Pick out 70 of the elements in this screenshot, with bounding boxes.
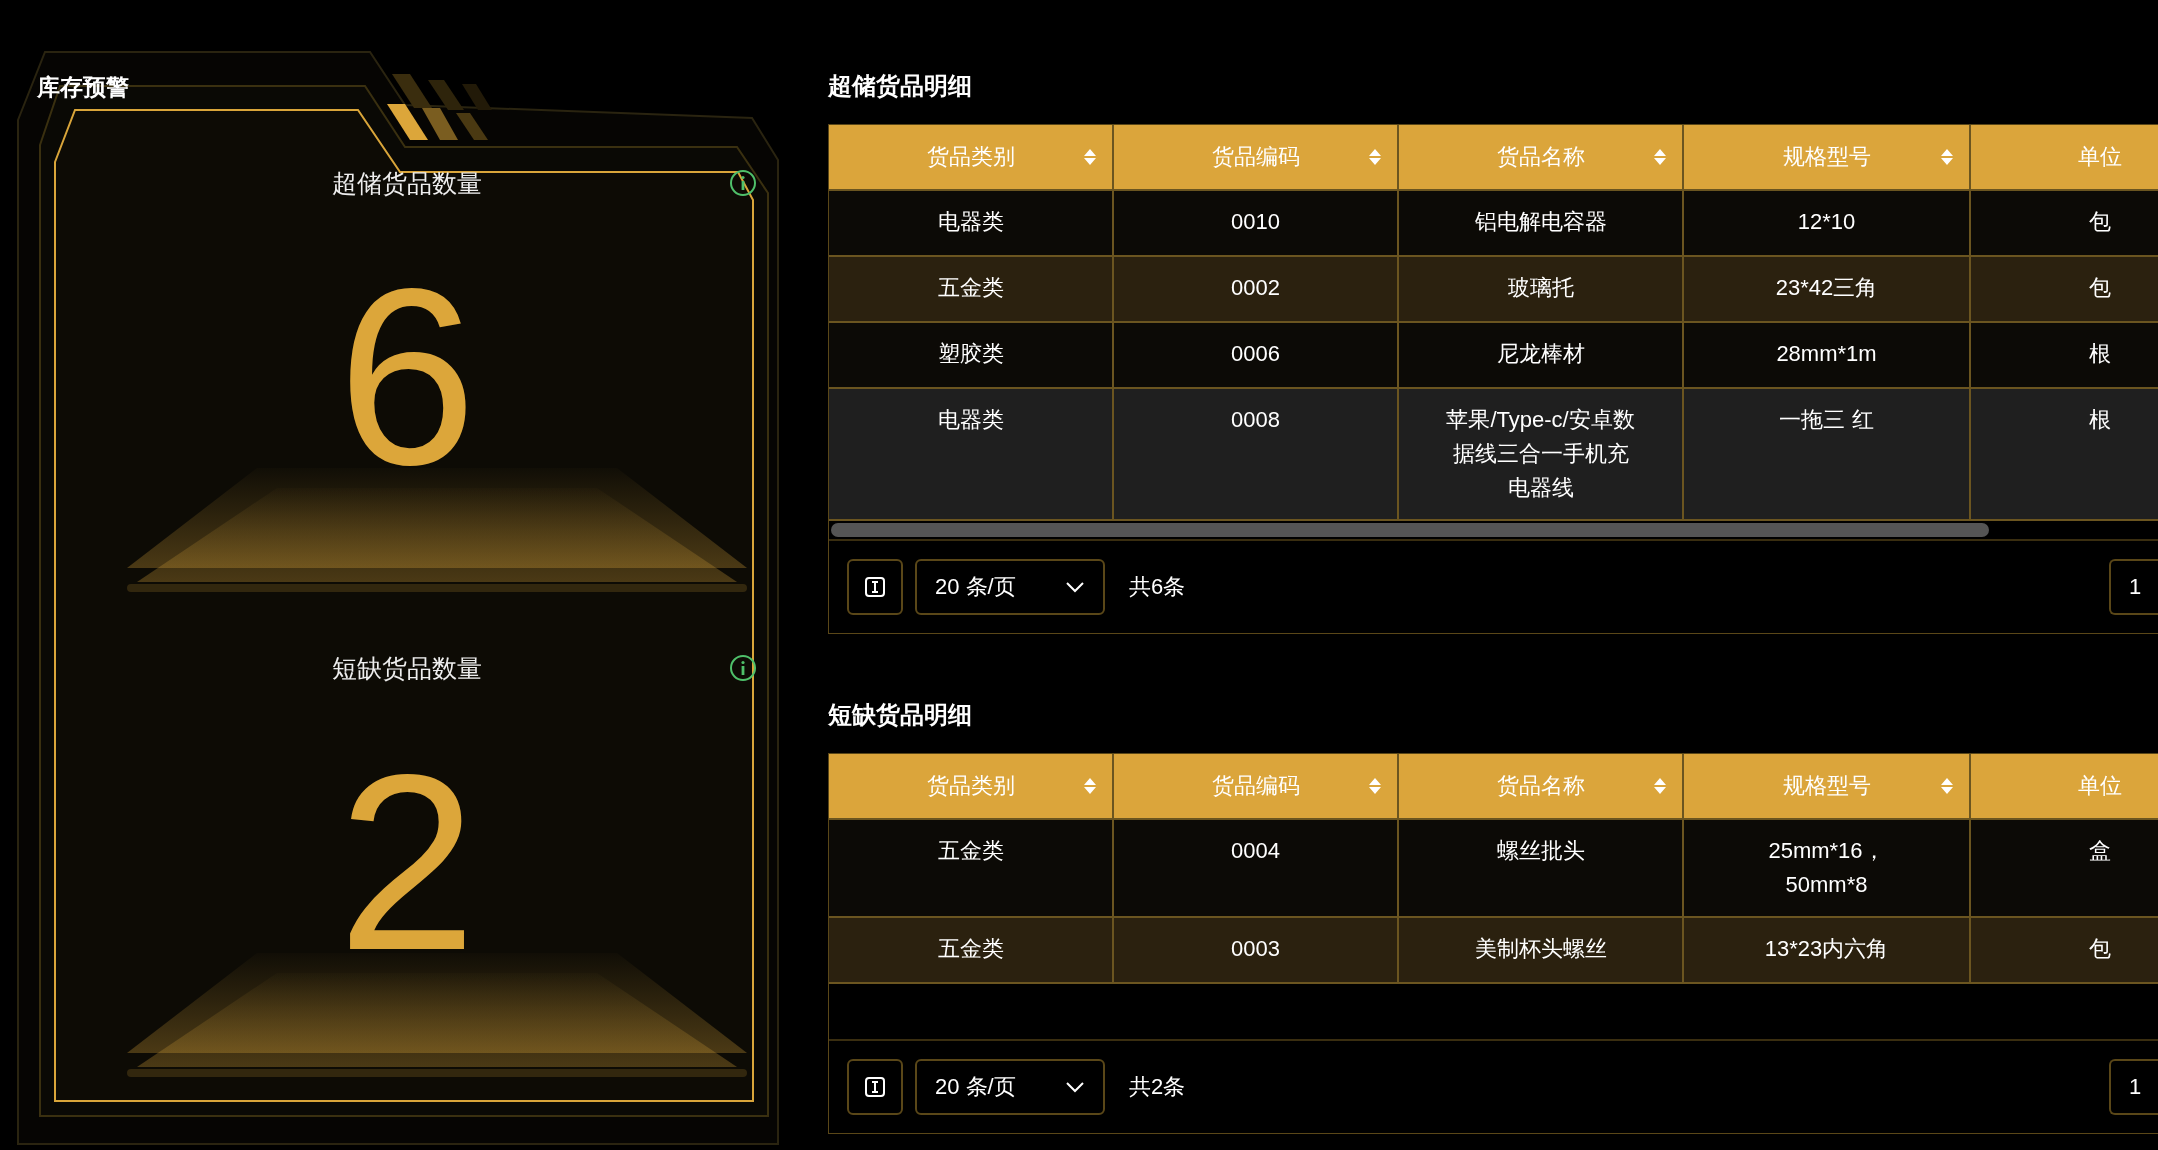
table-cell: 尼龙棒材 — [1399, 321, 1684, 387]
table-cell: 苹果/Type-c/安卓数据线三合一手机充电器线 — [1399, 387, 1684, 519]
total-count: 共6条 — [1129, 573, 1186, 601]
table-cell: 电器类 — [829, 189, 1114, 255]
table-cell: 包 — [1971, 916, 2158, 982]
jump-icon[interactable] — [864, 1076, 886, 1098]
sort-icon[interactable] — [1654, 149, 1666, 165]
stat-label: 超储货品数量 — [332, 167, 482, 199]
table-cell: 包 — [1971, 189, 2158, 255]
column-header[interactable]: 规格型号 — [1684, 754, 1971, 818]
table-cell: 螺丝批头 — [1399, 818, 1684, 916]
table-cell: 一拖三 红 — [1684, 387, 1971, 519]
table-cell: 0003 — [1114, 916, 1399, 982]
table-cell: 塑胶类 — [829, 321, 1114, 387]
table-cell: 25mm*16，50mm*8 — [1684, 818, 1971, 916]
chevron-down-icon[interactable] — [1065, 1081, 1085, 1093]
table-cell: 盒 — [1971, 818, 2158, 916]
table-cell: 0004 — [1114, 818, 1399, 916]
page-size-select[interactable]: 20 条/页 — [915, 559, 1105, 615]
column-header[interactable]: 规格型号 — [1684, 125, 1971, 189]
table-cell: 0010 — [1114, 189, 1399, 255]
section-title: 超储货品明细 — [828, 71, 972, 101]
table-cell: 28mm*1m — [1684, 321, 1971, 387]
sort-icon[interactable] — [1654, 778, 1666, 794]
column-header[interactable]: 货品名称 — [1399, 754, 1684, 818]
table-cell: 0008 — [1114, 387, 1399, 519]
panel-title: 库存预警 — [37, 73, 129, 102]
jump-icon[interactable] — [864, 576, 886, 598]
table-cell: 五金类 — [829, 916, 1114, 982]
column-header[interactable]: 货品名称 — [1399, 125, 1684, 189]
table-cell: 美制杯头螺丝 — [1399, 916, 1684, 982]
stat-value: 6 — [337, 253, 477, 503]
column-header[interactable]: 货品类别 — [829, 754, 1114, 818]
stat-label: 短缺货品数量 — [332, 652, 482, 684]
page-button[interactable]: 1 — [2109, 1059, 2158, 1115]
jump-button[interactable] — [847, 1059, 903, 1115]
table-cell: 23*42三角 — [1684, 255, 1971, 321]
table-cell: 玻璃托 — [1399, 255, 1684, 321]
column-header[interactable]: 货品编码 — [1114, 754, 1399, 818]
table-cell: 根 — [1971, 387, 2158, 519]
sort-icon[interactable] — [1369, 778, 1381, 794]
table-cell: 五金类 — [829, 255, 1114, 321]
page-size-select[interactable]: 20 条/页 — [915, 1059, 1105, 1115]
table-cell: 0006 — [1114, 321, 1399, 387]
column-header[interactable]: 单位 — [1971, 125, 2158, 189]
sort-icon[interactable] — [1941, 778, 1953, 794]
table-cell: 12*10 — [1684, 189, 1971, 255]
stat-value: 2 — [337, 738, 477, 988]
info-icon[interactable] — [729, 169, 757, 197]
section-title: 短缺货品明细 — [828, 700, 972, 730]
jump-button[interactable] — [847, 559, 903, 615]
table-cell: 五金类 — [829, 818, 1114, 916]
table-cell: 电器类 — [829, 387, 1114, 519]
sort-icon[interactable] — [1084, 149, 1096, 165]
column-header[interactable]: 货品类别 — [829, 125, 1114, 189]
column-header[interactable]: 单位 — [1971, 754, 2158, 818]
table-cell: 13*23内六角 — [1684, 916, 1971, 982]
total-count: 共2条 — [1129, 1073, 1186, 1101]
table-cell: 0002 — [1114, 255, 1399, 321]
scrollbar-thumb[interactable] — [831, 523, 1989, 537]
table-cell: 包 — [1971, 255, 2158, 321]
page-button[interactable]: 1 — [2109, 559, 2158, 615]
table-cell: 根 — [1971, 321, 2158, 387]
table-cell: 铝电解电容器 — [1399, 189, 1684, 255]
column-header[interactable]: 货品编码 — [1114, 125, 1399, 189]
sort-icon[interactable] — [1084, 778, 1096, 794]
chevron-down-icon[interactable] — [1065, 581, 1085, 593]
sort-icon[interactable] — [1369, 149, 1381, 165]
sort-icon[interactable] — [1941, 149, 1953, 165]
info-icon[interactable] — [729, 654, 757, 682]
